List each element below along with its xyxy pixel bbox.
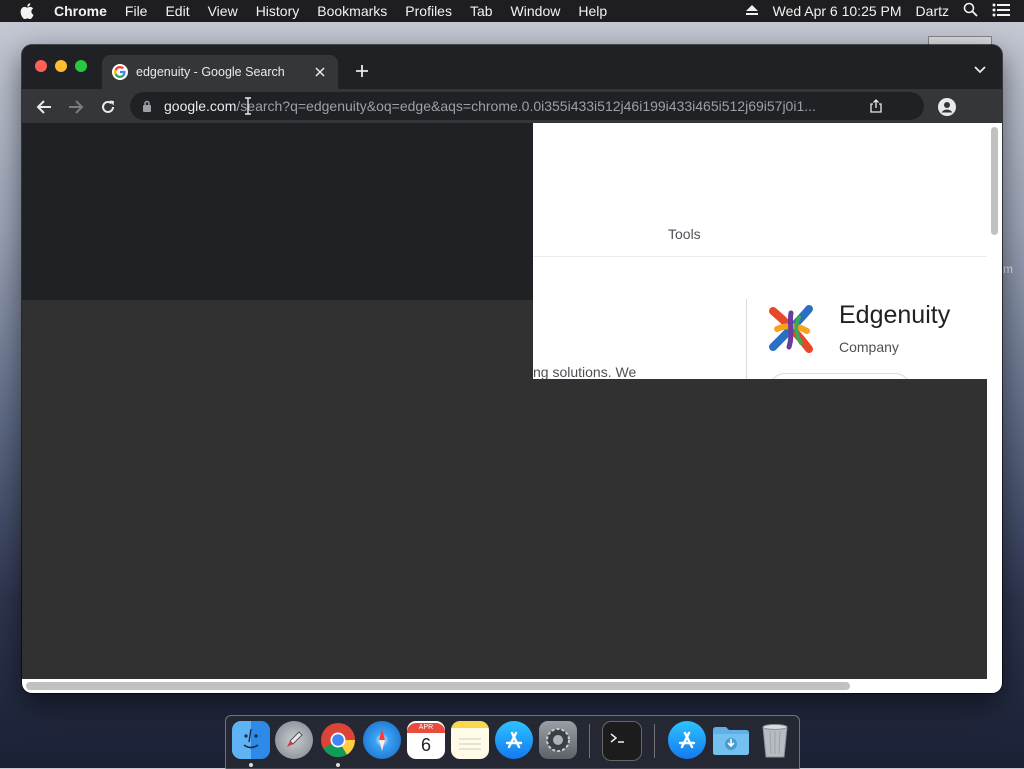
url-text[interactable]: google.com/search?q=edgenuity&oq=edge&aq…	[164, 98, 854, 114]
window-fullscreen-button[interactable]	[75, 60, 87, 72]
knowledge-panel-subtitle: Company	[839, 339, 899, 355]
terminal-icon[interactable]	[602, 721, 642, 761]
chrome-icon[interactable]	[319, 721, 357, 759]
notes-icon[interactable]	[451, 721, 489, 759]
trash-icon[interactable]	[756, 721, 794, 759]
browser-window: edgenuity - Google Search google.com/sea…	[22, 45, 1002, 693]
tab-google-search[interactable]: edgenuity - Google Search	[102, 55, 338, 89]
eject-icon[interactable]	[745, 3, 759, 19]
menu-app-name[interactable]: Chrome	[54, 3, 107, 19]
edgenuity-logo-icon[interactable]	[765, 303, 817, 355]
menu-profiles[interactable]: Profiles	[405, 3, 452, 19]
launchpad-icon[interactable]	[275, 721, 313, 759]
share-icon[interactable]	[868, 98, 884, 114]
menu-bookmarks[interactable]: Bookmarks	[317, 3, 387, 19]
browser-toolbar: google.com/search?q=edgenuity&oq=edge&aq…	[22, 89, 1002, 123]
profile-avatar-icon[interactable]	[936, 96, 958, 118]
new-tab-plus-icon[interactable]	[352, 61, 372, 81]
tab-strip: edgenuity - Google Search	[22, 45, 1002, 89]
tools-button[interactable]: Tools	[668, 226, 701, 242]
menu-tab[interactable]: Tab	[470, 3, 493, 19]
finder-icon[interactable]	[232, 721, 270, 759]
lock-icon[interactable]	[140, 99, 154, 113]
menu-help[interactable]: Help	[578, 3, 607, 19]
menu-clock[interactable]: Wed Apr 6 10:25 PM	[773, 3, 902, 19]
notification-center-icon[interactable]	[992, 3, 1010, 20]
menu-window[interactable]: Window	[511, 3, 561, 19]
dock-separator	[654, 724, 655, 758]
dock-separator	[589, 724, 590, 758]
address-bar[interactable]: google.com/search?q=edgenuity&oq=edge&aq…	[130, 92, 924, 120]
calendar-icon[interactable]: APR 6	[407, 721, 445, 759]
applications-folder-icon[interactable]	[668, 721, 706, 759]
results-divider	[533, 256, 987, 257]
apple-logo-icon[interactable]	[20, 3, 36, 19]
calendar-month: APR	[407, 723, 445, 733]
finder-running-indicator	[249, 763, 253, 767]
page-dark-region	[22, 123, 533, 300]
tab-title: edgenuity - Google Search	[136, 65, 285, 79]
chrome-running-indicator	[336, 763, 340, 767]
menu-history[interactable]: History	[256, 3, 300, 19]
tab-close-icon[interactable]	[312, 64, 328, 80]
knowledge-panel-divider	[746, 299, 747, 379]
system-preferences-icon[interactable]	[539, 721, 577, 759]
menu-file[interactable]: File	[125, 3, 148, 19]
spotlight-search-icon[interactable]	[963, 2, 978, 20]
window-close-button[interactable]	[35, 60, 47, 72]
google-favicon-icon	[112, 64, 128, 80]
desktop-item-label: m	[1003, 262, 1013, 276]
url-host: google.com	[164, 98, 237, 114]
search-results-area: Tools ng solutions. We Edgenuity Company	[533, 123, 987, 379]
downloads-folder-icon[interactable]	[712, 721, 750, 759]
safari-icon[interactable]	[363, 721, 401, 759]
result-snippet: ng solutions. We	[533, 364, 637, 379]
menu-bar: Chrome File Edit View History Bookmarks …	[0, 0, 1024, 22]
knowledge-panel-button[interactable]	[769, 373, 911, 379]
menu-edit[interactable]: Edit	[165, 3, 189, 19]
app-store-icon[interactable]	[495, 721, 533, 759]
menu-user[interactable]: Dartz	[916, 3, 949, 19]
page-viewport[interactable]: Tools ng solutions. We Edgenuity Company	[22, 123, 987, 679]
calendar-day: 6	[420, 735, 431, 755]
knowledge-panel-title[interactable]: Edgenuity	[839, 301, 950, 330]
tab-search-chevron-down-icon[interactable]	[972, 62, 988, 78]
window-minimize-button[interactable]	[55, 60, 67, 72]
reload-icon[interactable]	[97, 96, 119, 118]
url-path: /search?q=edgenuity&oq=edge&aqs=chrome.0…	[236, 98, 816, 114]
horizontal-scroll-thumb[interactable]	[26, 682, 850, 690]
menu-extras: Wed Apr 6 10:25 PM Dartz	[745, 0, 1024, 22]
text-cursor-icon	[244, 97, 252, 115]
menu-view[interactable]: View	[208, 3, 238, 19]
forward-arrow-icon[interactable]	[65, 96, 87, 118]
back-arrow-icon[interactable]	[33, 96, 55, 118]
dock: APR 6	[225, 715, 800, 769]
vertical-scroll-thumb[interactable]	[991, 127, 998, 235]
